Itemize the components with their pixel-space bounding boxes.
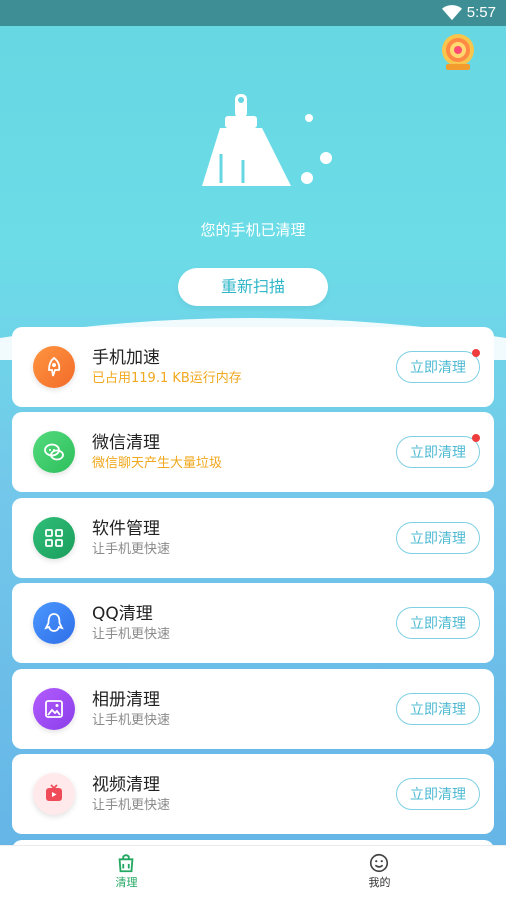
clean-now-button[interactable]: 立即清理: [396, 777, 480, 810]
list-item[interactable]: 软件管理 让手机更快速 立即清理: [12, 497, 494, 578]
item-title: QQ清理: [92, 604, 153, 625]
clean-now-button[interactable]: 立即清理: [396, 351, 480, 383]
item-title: 软件管理: [92, 518, 160, 539]
clean-now-button[interactable]: 立即清理: [396, 436, 480, 469]
clean-item-list: 手机加速 已占用119.1 KB运行内存 立即清理 微信清理 微信聊天产生大量垃…: [12, 327, 494, 839]
grid-icon: [33, 516, 75, 559]
nav-tab-label: 我的: [368, 876, 391, 889]
clean-now-button[interactable]: 立即清理: [396, 692, 480, 725]
nav-tab-mine[interactable]: 我的: [253, 846, 506, 900]
list-item[interactable]: QQ清理 让手机更快速 立即清理: [12, 583, 494, 664]
item-title: 手机加速: [92, 348, 160, 368]
gallery-icon: [33, 687, 75, 730]
item-subtitle: 微信聊天产生大量垃圾: [92, 456, 223, 472]
status-time: 5:57: [466, 4, 496, 21]
smiley-icon: [369, 853, 389, 873]
item-subtitle: 让手机更快速: [92, 627, 171, 643]
clean-status-text: 您的手机已清理: [200, 221, 306, 239]
item-subtitle: 让手机更快速: [92, 797, 171, 813]
item-title: 视频清理: [92, 774, 160, 795]
status-bar: 5:57: [0, 0, 506, 26]
bottom-nav: 清理 我的: [0, 845, 506, 900]
broom-icon: [202, 94, 332, 186]
item-subtitle: 已占用119.1 KB运行内存: [92, 371, 242, 386]
list-item[interactable]: 相册清理 让手机更快速 立即清理: [12, 668, 494, 749]
notification-dot: [472, 434, 480, 443]
qq-icon: [33, 602, 75, 645]
item-title: 微信清理: [92, 433, 160, 454]
nav-tab-clean[interactable]: 清理: [0, 846, 253, 900]
nav-tab-label: 清理: [115, 876, 138, 889]
rocket-icon: [33, 346, 75, 388]
item-title: 相册清理: [92, 689, 160, 710]
clean-tab-icon: [118, 854, 134, 873]
item-subtitle: 让手机更快速: [92, 541, 171, 557]
list-item[interactable]: 手机加速 已占用119.1 KB运行内存 立即清理: [12, 327, 494, 407]
notification-dot: [472, 349, 480, 357]
clean-now-button[interactable]: 立即清理: [396, 607, 480, 640]
tv-icon: [33, 772, 75, 815]
wechat-icon: [33, 431, 75, 474]
list-item[interactable]: 微信清理 微信聊天产生大量垃圾 立即清理: [12, 412, 494, 493]
clean-now-button[interactable]: 立即清理: [396, 521, 480, 554]
item-subtitle: 让手机更快速: [92, 712, 171, 728]
wifi-icon: [442, 5, 462, 21]
list-item[interactable]: 视频清理 让手机更快速 立即清理: [12, 753, 494, 834]
reward-icon[interactable]: [440, 32, 476, 72]
